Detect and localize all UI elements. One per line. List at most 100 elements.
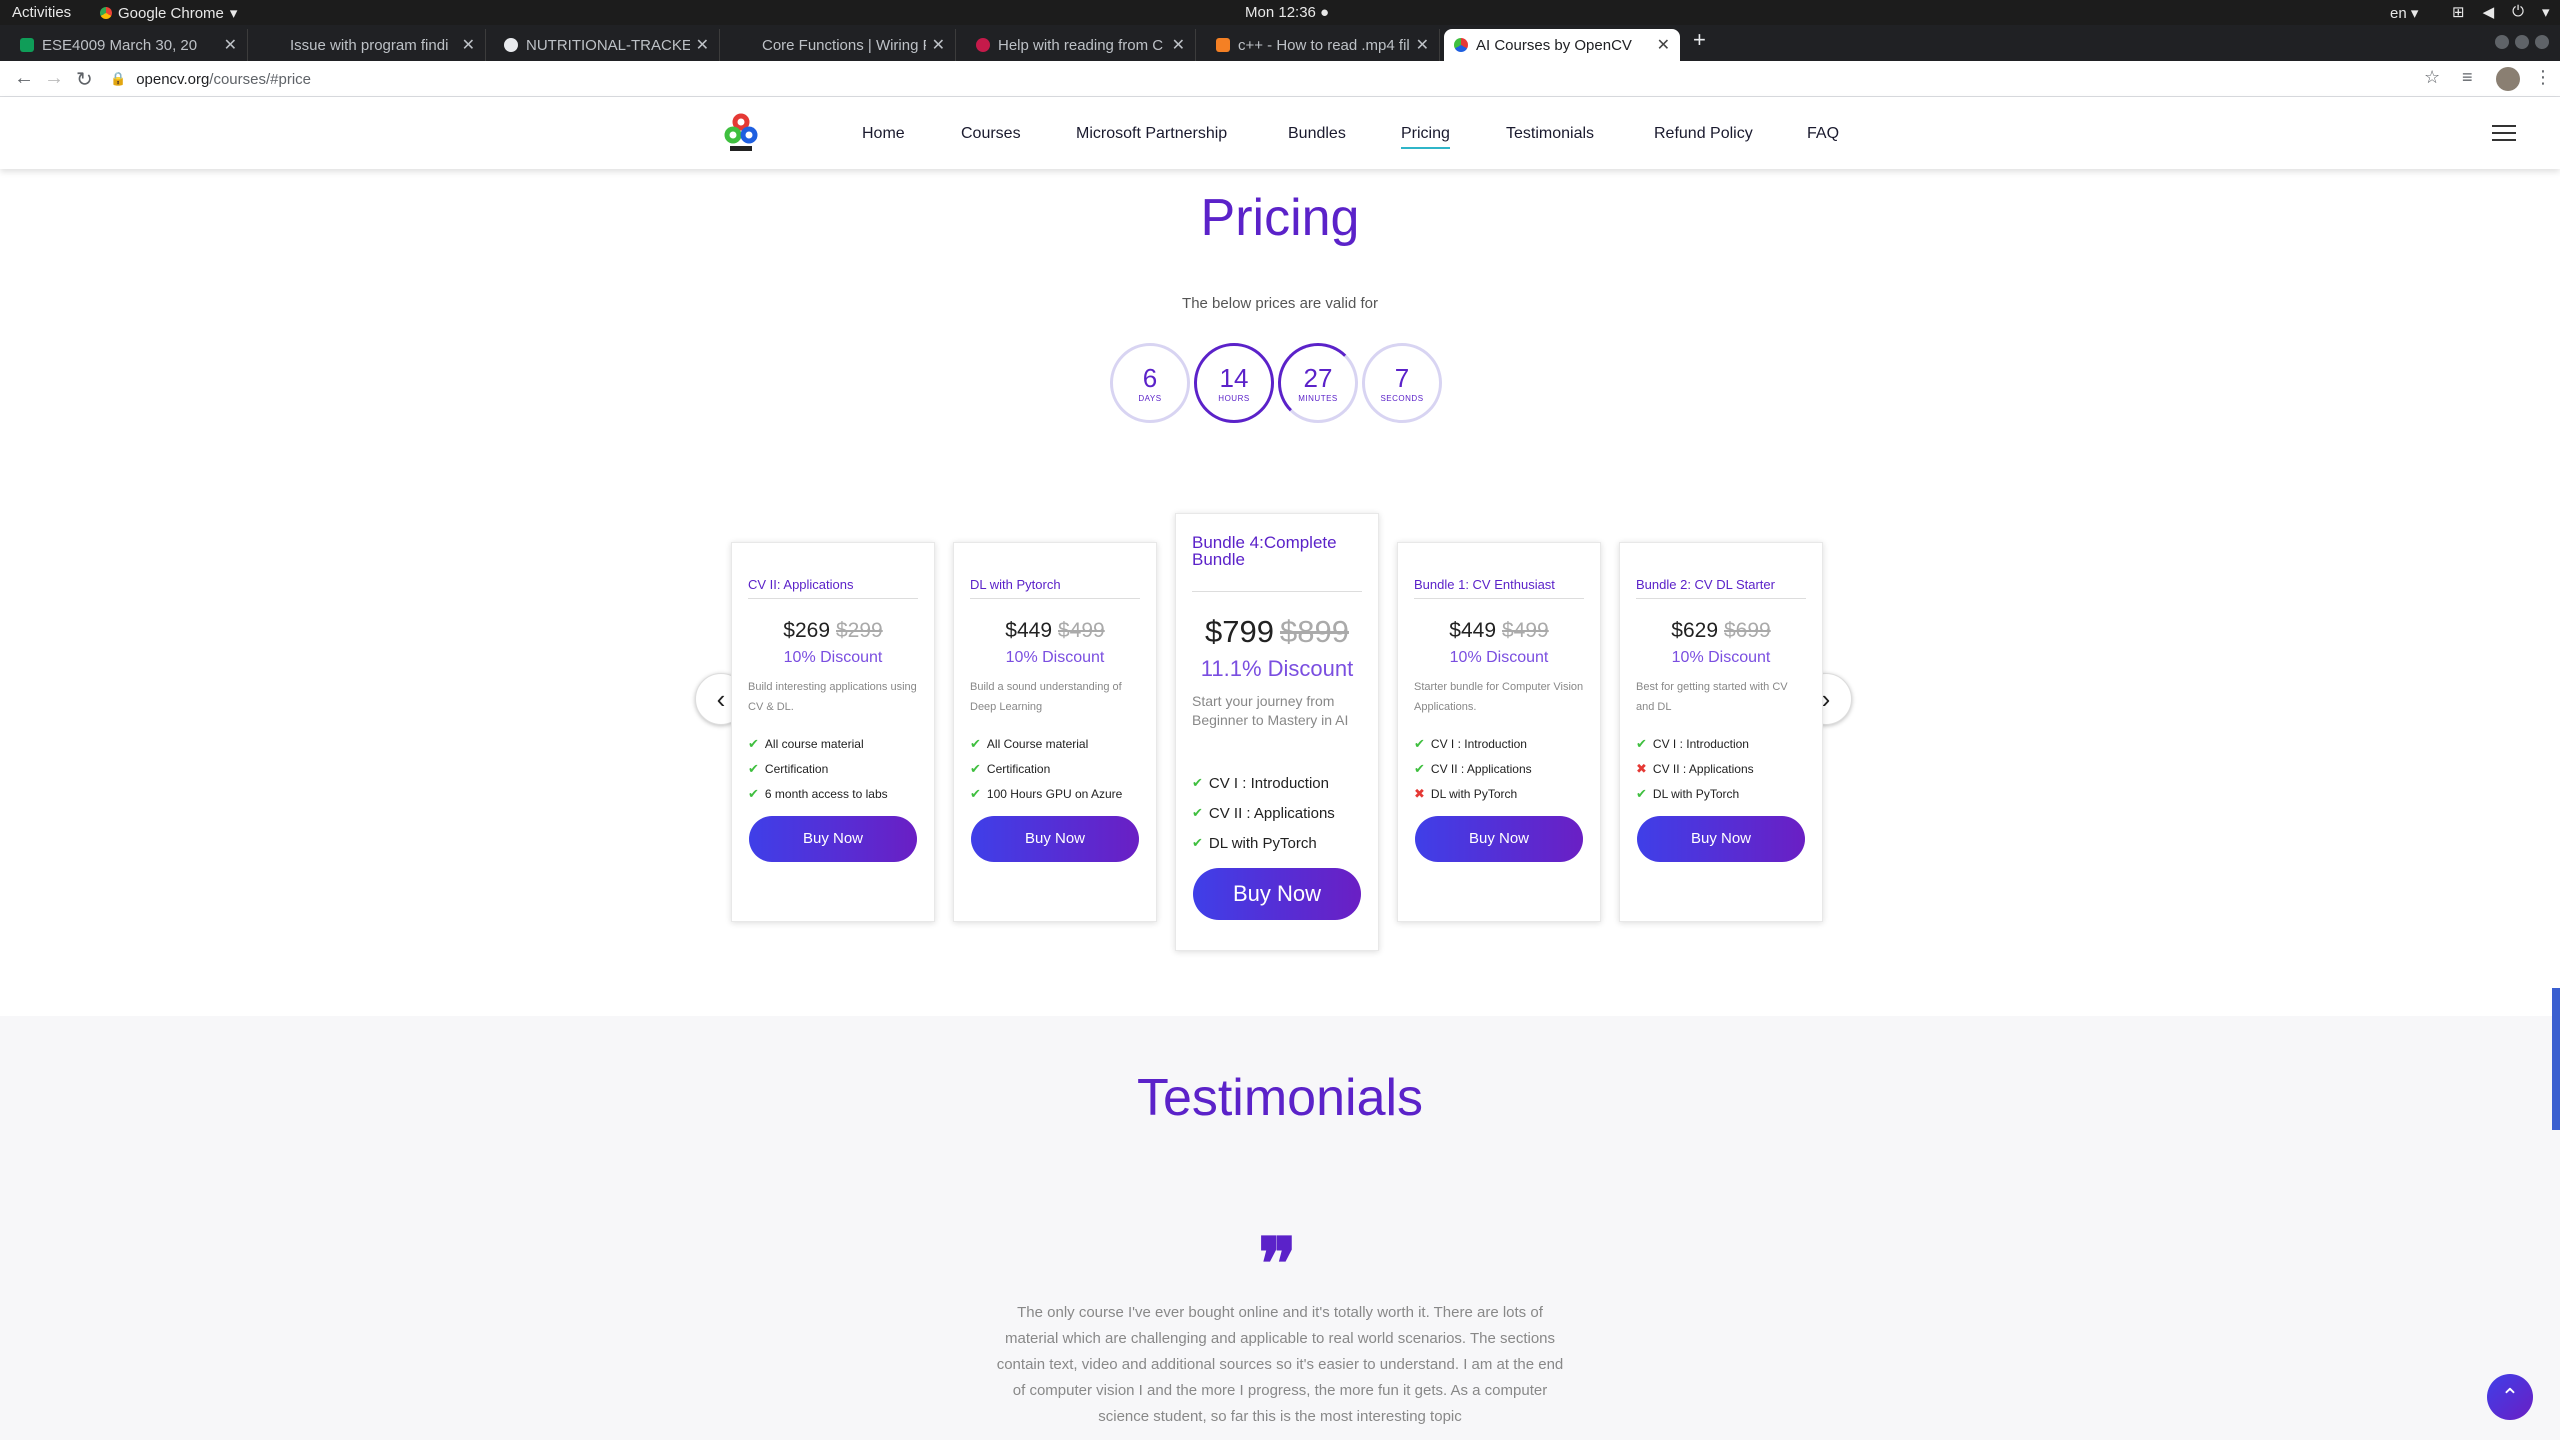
more-menu-icon[interactable]: ⋮ — [2534, 67, 2552, 88]
nav-pricing[interactable]: Pricing — [1401, 125, 1450, 149]
browser-tab[interactable]: c++ - How to read .mp4 fil ✕ — [1206, 29, 1440, 61]
card-price: $449 — [1449, 619, 1496, 642]
card-title: Bundle 1: CV Enthusiast — [1414, 577, 1584, 599]
feature-item: ✔ DL with PyTorch — [1192, 828, 1362, 858]
tab-strip: ESE4009 March 30, 20 ✕ Issue with progra… — [0, 25, 2560, 61]
card-discount: 10% Discount — [1005, 649, 1105, 666]
scroll-to-top-button[interactable]: ⌃ — [2487, 1374, 2533, 1420]
countdown-value: 14 — [1219, 362, 1249, 393]
nav-testimonials[interactable]: Testimonials — [1506, 125, 1594, 143]
lock-icon[interactable]: 🔒 — [110, 71, 126, 87]
pricing-card: Bundle 1: CV Enthusiast $449 $499 10% Dis… — [1397, 542, 1601, 922]
card-title: Bundle 4:Complete Bundle — [1192, 534, 1362, 592]
feature-text: CV I : Introduction — [1652, 736, 1749, 751]
card-title: DL with Pytorch — [970, 577, 1140, 599]
system-tray[interactable]: ⊞ ◀ ⏻ ▾ — [2452, 3, 2550, 21]
nav-bundles[interactable]: Bundles — [1288, 125, 1346, 143]
opencv-logo[interactable] — [724, 113, 758, 155]
card-old-price: $699 — [1724, 619, 1771, 642]
check-icon: ✔ — [1414, 735, 1425, 751]
chevron-left-icon: ‹ — [716, 683, 726, 714]
close-icon[interactable]: ✕ — [1172, 35, 1185, 55]
url-host: opencv.org — [136, 70, 210, 88]
raspberry-pi-icon — [976, 38, 990, 52]
minimize-icon[interactable] — [2495, 35, 2509, 49]
clock[interactable]: Mon 12:36 ● — [1245, 4, 1329, 21]
nav-courses[interactable]: Courses — [961, 125, 1021, 143]
browser-tab[interactable]: Issue with program findi ✕ — [258, 29, 486, 61]
close-icon[interactable]: ✕ — [1416, 35, 1429, 55]
feature-text: CV I : Introduction — [1430, 736, 1527, 751]
chevron-up-icon: ⌃ — [2500, 1384, 2520, 1409]
card-price-row: $449 $499 — [970, 619, 1140, 643]
hamburger-menu-icon[interactable] — [2492, 125, 2516, 146]
pricing-card-featured: Bundle 4:Complete Bundle $799 $899 11.1% … — [1175, 513, 1379, 951]
check-icon: ✔ — [1414, 760, 1425, 776]
card-old-price: $899 — [1280, 614, 1349, 649]
feature-text: Certification — [986, 761, 1051, 776]
app-menu[interactable]: Google Chrome ▾ — [100, 4, 237, 22]
countdown-minutes: 27 MINUTES — [1278, 343, 1358, 423]
url-path: /courses/#price — [209, 70, 312, 88]
countdown-timer: 6 DAYS 14 HOURS 27 MINUTES 7 SECONDS — [1110, 343, 1442, 423]
card-description: Build interesting applications using CV … — [748, 681, 917, 713]
card-old-price: $499 — [1502, 619, 1549, 642]
chrome-icon — [100, 7, 112, 19]
feature-text: DL with PyTorch — [1208, 834, 1317, 852]
feature-text: All Course material — [986, 736, 1089, 751]
nav-faq[interactable]: FAQ — [1807, 125, 1839, 143]
back-arrow-icon[interactable]: ← — [14, 67, 34, 90]
card-old-price: $299 — [836, 619, 883, 642]
activities-button[interactable]: Activities — [12, 4, 71, 21]
nav-refund-policy[interactable]: Refund Policy — [1654, 125, 1753, 143]
address-bar[interactable]: 🔒 opencv.org/courses/#price — [110, 65, 2400, 93]
chevron-down-icon: ▾ — [229, 5, 238, 22]
browser-tab[interactable]: Core Functions | Wiring Pi ✕ — [730, 29, 956, 61]
tab-title: c++ - How to read .mp4 fil — [1238, 36, 1410, 54]
close-icon[interactable]: ✕ — [696, 35, 709, 55]
new-tab-button[interactable]: + — [1693, 27, 1706, 53]
card-price-row: $629 $699 — [1636, 619, 1806, 643]
browser-tab-active[interactable]: AI Courses by OpenCV ✕ — [1444, 29, 1680, 61]
feature-item: ✔ DL with PyTorch — [1636, 781, 1806, 806]
feature-text: CV II : Applications — [1430, 761, 1532, 776]
buy-now-button[interactable]: Buy Now — [971, 816, 1139, 862]
buy-now-button[interactable]: Buy Now — [749, 816, 917, 862]
tab-title: AI Courses by OpenCV — [1476, 36, 1632, 54]
close-icon[interactable]: ✕ — [224, 35, 237, 55]
bookmark-star-icon[interactable]: ☆ — [2424, 67, 2440, 88]
card-title: CV II: Applications — [748, 577, 918, 599]
card-price-row: $269 $299 — [748, 619, 918, 643]
language-indicator[interactable]: en ▾ — [2390, 4, 2418, 22]
feature-text: Certification — [764, 761, 829, 776]
buy-now-button[interactable]: Buy Now — [1193, 868, 1361, 920]
media-queue-icon[interactable]: ≡ — [2462, 67, 2473, 88]
card-price: $449 — [1005, 619, 1052, 642]
feature-item: ✔ CV I : Introduction — [1636, 731, 1806, 756]
card-features: ✔ CV I : Introduction ✔ CV II : Applicatio… — [1414, 731, 1584, 806]
browser-tab[interactable]: Help with reading from C ✕ — [966, 29, 1196, 61]
reload-icon[interactable]: ↻ — [76, 67, 93, 92]
buy-now-button[interactable]: Buy Now — [1415, 816, 1583, 862]
browser-tab[interactable]: NUTRITIONAL-TRACKER/ ✕ — [494, 29, 720, 61]
countdown-unit: SECONDS — [1380, 393, 1424, 403]
close-icon[interactable]: ✕ — [932, 35, 945, 55]
chevron-down-icon: ▾ — [2542, 4, 2550, 21]
feature-text: CV II : Applications — [1652, 761, 1754, 776]
forward-arrow-icon[interactable]: → — [44, 67, 64, 90]
nav-microsoft-partnership[interactable]: Microsoft Partnership — [1076, 125, 1227, 143]
close-icon[interactable]: ✕ — [462, 35, 475, 55]
close-icon[interactable]: ✕ — [1657, 35, 1670, 55]
countdown-value: 7 — [1394, 362, 1410, 393]
page-scrollbar[interactable] — [2552, 988, 2560, 1130]
feature-item: ✔ CV II : Applications — [1414, 756, 1584, 781]
browser-tab[interactable]: ESE4009 March 30, 20 ✕ — [10, 29, 248, 61]
buy-now-button[interactable]: Buy Now — [1637, 816, 1805, 862]
tab-title: Help with reading from C — [998, 36, 1164, 54]
check-icon: ✔ — [748, 735, 759, 751]
power-icon: ⏻ — [2512, 3, 2524, 20]
close-window-icon[interactable] — [2535, 35, 2549, 49]
maximize-icon[interactable] — [2515, 35, 2529, 49]
nav-home[interactable]: Home — [862, 125, 905, 143]
profile-avatar[interactable] — [2496, 67, 2520, 91]
